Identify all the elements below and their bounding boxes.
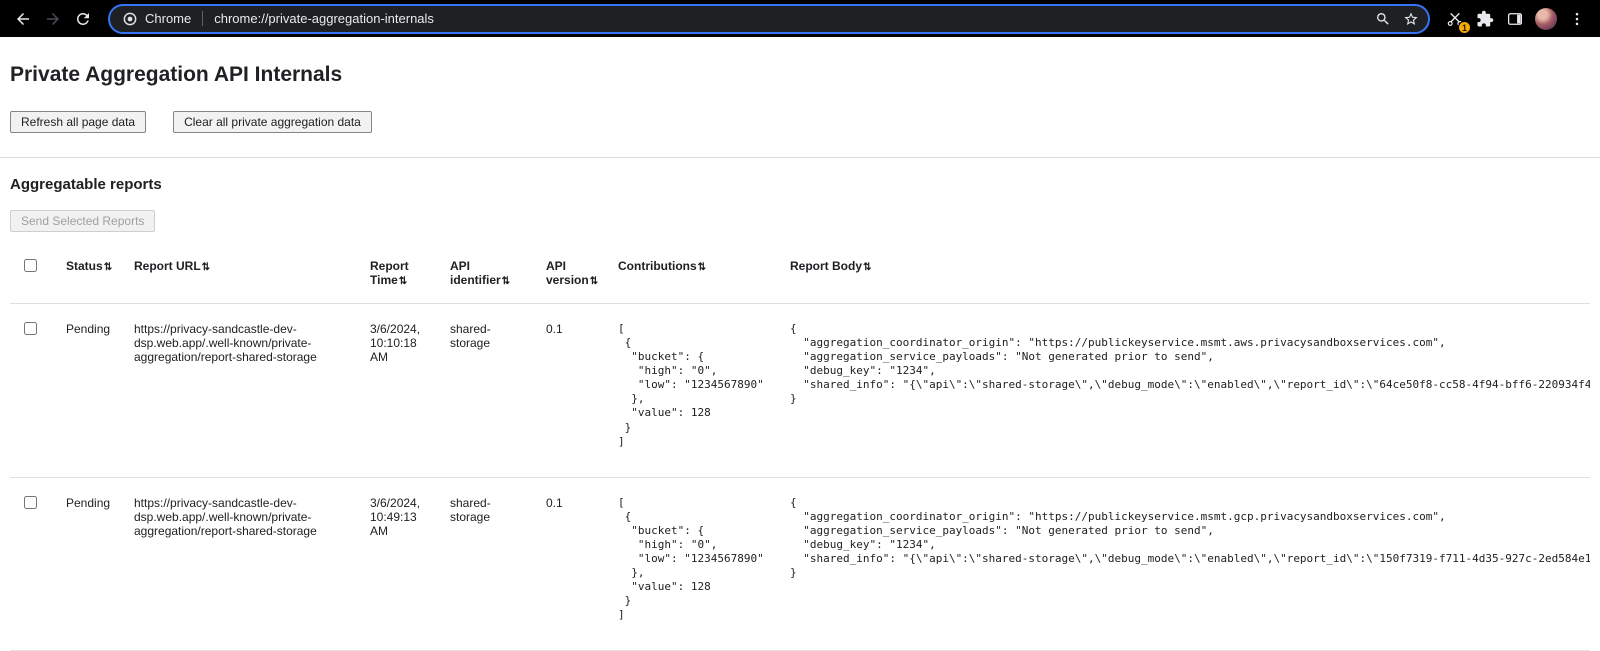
- forward-button[interactable]: [38, 4, 68, 34]
- api-version-cell: 0.1: [538, 477, 610, 651]
- report-body-json: { "aggregation_coordinator_origin": "htt…: [790, 322, 1582, 406]
- contributions-json: [ { "bucket": { "high": "0", "low": "123…: [618, 322, 774, 449]
- row-select-checkbox[interactable]: [24, 496, 37, 509]
- column-header-report-url[interactable]: Report URL⇅: [126, 247, 362, 304]
- side-panel-button[interactable]: [1500, 4, 1530, 34]
- bookmark-button[interactable]: [1398, 6, 1424, 32]
- column-header-contributions[interactable]: Contributions⇅: [610, 247, 782, 304]
- sort-icon: ⇅: [104, 262, 112, 273]
- chrome-logo-icon: [122, 11, 138, 27]
- section-divider: [0, 157, 1600, 158]
- column-header-api-version[interactable]: API version⇅: [538, 247, 610, 304]
- address-bar[interactable]: Chrome chrome://private-aggregation-inte…: [108, 4, 1430, 34]
- table-actions: Send Selected Reports: [10, 210, 1590, 232]
- back-arrow-icon: [14, 10, 32, 28]
- table-header-row: Status⇅ Report URL⇅ Report Time⇅ API ide…: [10, 247, 1590, 304]
- section-title: Aggregatable reports: [10, 176, 1590, 193]
- report-url-cell: https://privacy-sandcastle-dev-dsp.web.a…: [126, 304, 362, 478]
- side-panel-icon: [1506, 10, 1524, 28]
- sort-icon: ⇅: [399, 276, 407, 287]
- select-all-checkbox[interactable]: [24, 259, 37, 272]
- page-actions: Refresh all page data Clear all private …: [10, 111, 1590, 133]
- sort-icon: ⇅: [202, 262, 210, 273]
- api-version-cell: 0.1: [538, 304, 610, 478]
- report-url-cell: https://privacy-sandcastle-dev-dsp.web.a…: [126, 477, 362, 651]
- back-button[interactable]: [8, 4, 38, 34]
- column-header-api-identifier[interactable]: API identifier⇅: [442, 247, 538, 304]
- browser-menu-button[interactable]: [1562, 4, 1592, 34]
- report-time-cell: 3/6/2024, 10:10:18 AM: [362, 304, 442, 478]
- profile-avatar[interactable]: [1535, 8, 1557, 30]
- row-select-checkbox[interactable]: [24, 322, 37, 335]
- send-selected-reports-button[interactable]: Send Selected Reports: [10, 210, 155, 232]
- chip-divider: [202, 11, 203, 26]
- forward-arrow-icon: [44, 10, 62, 28]
- table-row: Pending https://privacy-sandcastle-dev-d…: [10, 477, 1590, 651]
- extensions-button[interactable]: [1470, 4, 1500, 34]
- search-icon: [1375, 11, 1391, 27]
- browser-toolbar: Chrome chrome://private-aggregation-inte…: [0, 0, 1600, 37]
- site-chip[interactable]: Chrome: [122, 11, 191, 27]
- sort-icon: ⇅: [863, 262, 871, 273]
- sort-icon: ⇅: [590, 276, 598, 287]
- zoom-button[interactable]: [1370, 6, 1396, 32]
- puzzle-icon: [1476, 10, 1494, 28]
- reload-button[interactable]: [68, 4, 98, 34]
- page-title: Private Aggregation API Internals: [10, 63, 1590, 87]
- aggregatable-reports-table: Status⇅ Report URL⇅ Report Time⇅ API ide…: [10, 247, 1590, 651]
- site-chip-label: Chrome: [145, 11, 191, 26]
- reload-icon: [74, 10, 92, 28]
- api-identifier-cell: shared-storage: [442, 304, 538, 478]
- report-time-cell: 3/6/2024, 10:49:13 AM: [362, 477, 442, 651]
- sort-icon: ⇅: [502, 276, 510, 287]
- refresh-all-button[interactable]: Refresh all page data: [10, 111, 146, 133]
- report-body-json: { "aggregation_coordinator_origin": "htt…: [790, 496, 1582, 580]
- contributions-json: [ { "bucket": { "high": "0", "low": "123…: [618, 496, 774, 623]
- column-header-status[interactable]: Status⇅: [58, 247, 126, 304]
- table-row: Pending https://privacy-sandcastle-dev-d…: [10, 304, 1590, 478]
- extension-badge: 1: [1458, 21, 1471, 34]
- three-dot-menu-icon: [1568, 10, 1586, 28]
- star-icon: [1403, 11, 1419, 27]
- column-header-report-body[interactable]: Report Body⇅: [782, 247, 1590, 304]
- sort-icon: ⇅: [698, 262, 706, 273]
- clear-all-button[interactable]: Clear all private aggregation data: [173, 111, 372, 133]
- api-identifier-cell: shared-storage: [442, 477, 538, 651]
- status-cell: Pending: [58, 477, 126, 651]
- url-text[interactable]: chrome://private-aggregation-internals: [214, 11, 1370, 26]
- column-header-report-time[interactable]: Report Time⇅: [362, 247, 442, 304]
- pinned-extension-button[interactable]: 1: [1440, 4, 1470, 34]
- status-cell: Pending: [58, 304, 126, 478]
